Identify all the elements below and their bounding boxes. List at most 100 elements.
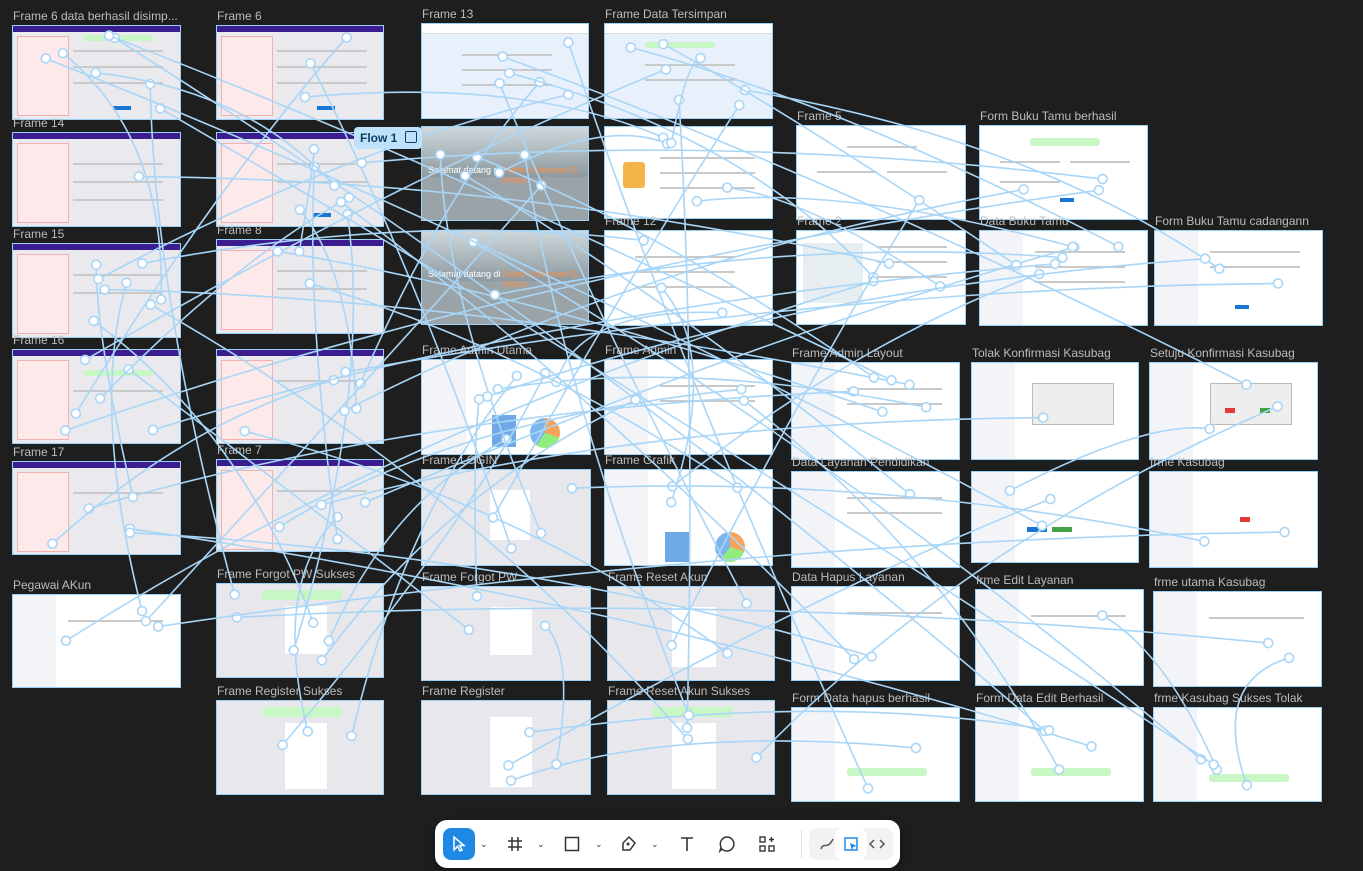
frame-login[interactable]: Frame LOGIN bbox=[421, 453, 591, 566]
frame-forgot-pw[interactable]: Frame Forgot PW bbox=[421, 570, 591, 681]
frame-label: Frame 17 bbox=[13, 445, 65, 459]
frame-register[interactable]: Frame Register bbox=[421, 684, 591, 795]
frame-kasubag[interactable]: frme Kasubag bbox=[1149, 455, 1318, 568]
frame-forgot-pw-sukses[interactable]: Frame Forgot PW Sukses bbox=[216, 567, 384, 678]
move-tool-icon[interactable] bbox=[443, 828, 475, 860]
frame-label: Frame 6 data berhasil disimp... bbox=[13, 9, 178, 23]
frame-label: Frame 13 bbox=[422, 7, 474, 21]
frame-label: Form Data Edit Berhasil bbox=[976, 691, 1104, 705]
frame-label: Frame Admin Utama bbox=[422, 343, 533, 357]
frame-label: Form Buku Tamu cadangann bbox=[1155, 214, 1309, 228]
frame-label: Frame 14 bbox=[13, 116, 65, 130]
frame-label: Frame 12 bbox=[605, 214, 657, 228]
toolbar-divider bbox=[801, 830, 802, 858]
frame-label: Form Data hapus berhasil bbox=[792, 691, 931, 705]
mode-switcher bbox=[809, 828, 893, 860]
frame-label: frme Kasubag Sukses Tolak bbox=[1154, 691, 1303, 705]
frame-label: Frame Admin bbox=[605, 343, 677, 357]
frame-7[interactable]: Frame 7 bbox=[216, 443, 384, 552]
flow-tag[interactable]: Flow 1 bbox=[354, 127, 422, 149]
frame-label: Tolak Konfirmasi Kasubag bbox=[972, 346, 1111, 360]
frame-label: Frame Data Tersimpan bbox=[605, 7, 727, 21]
frame-15[interactable]: Frame 15 bbox=[12, 227, 181, 338]
rectangle-tool-icon[interactable] bbox=[556, 828, 588, 860]
frame-reset-akun-sukses[interactable]: Frame Reset Akun Sukses bbox=[607, 684, 775, 795]
data-buku-tamu[interactable]: Data Buku Tamu bbox=[979, 214, 1148, 326]
frame-label: Frame LOGIN bbox=[422, 453, 498, 467]
pen-tool-icon[interactable] bbox=[613, 828, 645, 860]
frame-label: Frame 2 bbox=[797, 214, 842, 228]
frame-label: Frame Register Sukses bbox=[217, 684, 343, 698]
frame-5[interactable]: Frame 5 bbox=[796, 109, 966, 220]
system-text: Sistem Informasi E-Visitor bbox=[502, 269, 581, 289]
shape-caret-icon[interactable]: ⌄ bbox=[595, 839, 603, 849]
frame-utama-kasubag[interactable]: frme utama Kasubag bbox=[1153, 575, 1322, 687]
frame-admin-layout[interactable]: Frame Admin Layout bbox=[791, 346, 960, 460]
frame-admin-utama[interactable]: Frame Admin Utama bbox=[421, 343, 591, 455]
frame-label: Data Buku Tamu bbox=[980, 214, 1069, 228]
pegawai-akun[interactable]: Pegawai AKun bbox=[12, 578, 181, 688]
frame-label: Frame Reset Akun bbox=[608, 570, 708, 584]
system-text: Sistem Informasi E-Visitor bbox=[502, 165, 581, 185]
flow-label: Flow 1 bbox=[360, 131, 398, 145]
frame-label: Frame 6 bbox=[217, 9, 262, 23]
frame-12[interactable]: Frame 12 bbox=[604, 214, 773, 326]
frame-caret-icon[interactable]: ⌄ bbox=[537, 839, 545, 849]
welcome-text: Selamat datang di bbox=[428, 165, 501, 175]
frame-edit-layanan[interactable]: frme Edit Layanan bbox=[975, 573, 1144, 686]
frame-label: Setuju Konfirmasi Kasubag bbox=[1150, 346, 1295, 360]
frame-label: Frame 15 bbox=[13, 227, 65, 241]
frame-16[interactable]: Frame 16 bbox=[12, 333, 181, 444]
frame-11[interactable] bbox=[604, 126, 773, 219]
frame-register-sukses[interactable]: Frame Register Sukses bbox=[216, 684, 384, 795]
frame-kasubag-sukses-tolak[interactable]: frme Kasubag Sukses Tolak bbox=[1153, 691, 1322, 802]
frame-14[interactable]: Frame 14 bbox=[12, 116, 181, 227]
frame-2[interactable]: Frame 2 bbox=[796, 214, 966, 325]
pen-caret-icon[interactable]: ⌄ bbox=[651, 839, 659, 849]
frame-kasubag-2[interactable] bbox=[971, 471, 1139, 563]
frame-6[interactable]: Frame 6 bbox=[216, 9, 384, 120]
frame-9[interactable] bbox=[216, 349, 384, 444]
frame-label: Frame Admin Layout bbox=[792, 346, 903, 360]
frame-label: Frame 7 bbox=[217, 443, 262, 457]
form-buku-tamu-cadangan[interactable]: Form Buku Tamu cadangann bbox=[1154, 214, 1323, 326]
text-tool-icon[interactable] bbox=[671, 828, 703, 860]
frame-label: Frame Forgot PW bbox=[422, 570, 518, 584]
frame-6-saved[interactable]: Frame 6 data berhasil disimp... bbox=[12, 9, 181, 120]
frame-label: frme Edit Layanan bbox=[976, 573, 1074, 587]
frame-welcome-1[interactable]: Selamat datang di Sistem Informasi E-Vis… bbox=[421, 126, 589, 221]
frame-8[interactable]: Frame 8 bbox=[216, 223, 384, 334]
frame-label: frme utama Kasubag bbox=[1154, 575, 1266, 589]
data-hapus-layanan[interactable]: Data Hapus Layanan bbox=[791, 570, 960, 681]
dev-mode-icon[interactable] bbox=[861, 828, 893, 860]
frame-label: frme Kasubag bbox=[1150, 455, 1225, 469]
frame-label: Frame Reset Akun Sukses bbox=[608, 684, 751, 698]
frame-13[interactable]: Frame 13 bbox=[421, 7, 589, 119]
frame-label: Form Buku Tamu berhasil bbox=[980, 109, 1117, 123]
frame-welcome-2[interactable]: Selamat datang di Sistem Informasi E-Vis… bbox=[421, 230, 589, 325]
frame-grafik[interactable]: Frame Grafik bbox=[604, 453, 773, 566]
form-buku-tamu-berhasil[interactable]: Form Buku Tamu berhasil bbox=[979, 109, 1148, 220]
form-data-edit-berhasil[interactable]: Form Data Edit Berhasil bbox=[975, 691, 1144, 802]
frame-label: Data Hapus Layanan bbox=[792, 570, 905, 584]
frame-label: Frame 16 bbox=[13, 333, 65, 347]
form-data-hapus-berhasil[interactable]: Form Data hapus berhasil bbox=[791, 691, 960, 802]
comment-tool-icon[interactable] bbox=[711, 828, 743, 860]
setuju-konfirmasi-kasubag[interactable]: Setuju Konfirmasi Kasubag bbox=[1149, 346, 1318, 460]
tolak-konfirmasi-kasubag[interactable]: Tolak Konfirmasi Kasubag bbox=[971, 346, 1139, 460]
frame-17[interactable]: Frame 17 bbox=[12, 445, 181, 555]
flow-play-icon[interactable] bbox=[405, 131, 417, 143]
frame-data-tersimpan[interactable]: Frame Data Tersimpan bbox=[604, 7, 773, 119]
frame-label: Frame 8 bbox=[217, 223, 262, 237]
frame-label: Pegawai AKun bbox=[13, 578, 92, 592]
frame-tool-icon[interactable] bbox=[499, 828, 531, 860]
prototype-wire bbox=[340, 201, 855, 660]
welcome-text: Selamat datang di bbox=[428, 269, 501, 279]
data-layanan-pendidikan[interactable]: Data Layanan Pendidikan bbox=[791, 455, 960, 568]
frame-reset-akun[interactable]: Frame Reset Akun bbox=[607, 570, 775, 681]
frame-label: Frame Register bbox=[422, 684, 505, 698]
actions-tool-icon[interactable] bbox=[751, 828, 783, 860]
frame-label: Frame Forgot PW Sukses bbox=[217, 567, 356, 581]
move-caret-icon[interactable]: ⌄ bbox=[480, 839, 488, 849]
frame-admin[interactable]: Frame Admin bbox=[604, 343, 773, 455]
